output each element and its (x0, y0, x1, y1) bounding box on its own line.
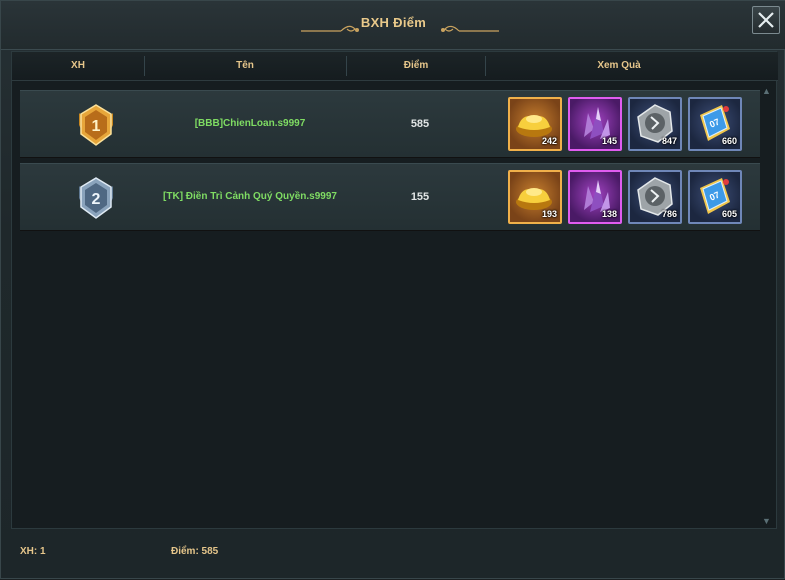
svg-text:1: 1 (92, 118, 101, 135)
leaderboard-table: XH Tên Điểm Xem Quà 1 [BBB]ChienLoan.s99… (11, 51, 778, 529)
my-score: Điểm: 585 (171, 546, 219, 557)
my-rank: XH: 1 (20, 546, 46, 557)
close-icon (758, 12, 774, 28)
reward-item[interactable]: 847 (628, 97, 682, 151)
reward-item[interactable]: 193 (508, 170, 562, 224)
title-ornament-right-icon (441, 25, 499, 32)
header-rank: XH (71, 60, 85, 71)
reward-item[interactable]: 07 605 (688, 170, 742, 224)
header-score: Điểm (403, 60, 429, 71)
player-score: 585 (410, 118, 430, 130)
reward-quantity: 605 (721, 209, 737, 219)
table-row[interactable]: 1 [BBB]ChienLoan.s9997 585 242 145 847 0… (20, 90, 760, 158)
reward-quantity: 242 (541, 136, 557, 146)
svg-text:2: 2 (92, 191, 101, 208)
footer: XH: 1 Điểm: 585 (1, 533, 785, 580)
reward-item[interactable]: 138 (568, 170, 622, 224)
title-bar: BXH Điểm (1, 1, 785, 50)
reward-quantity: 847 (661, 136, 677, 146)
reward-item[interactable]: 242 (508, 97, 562, 151)
gold-rank-1-badge-icon: 1 (79, 104, 113, 146)
reward-quantity: 145 (601, 136, 617, 146)
scroll-down-icon[interactable]: ▼ (762, 516, 771, 526)
reward-item[interactable]: 145 (568, 97, 622, 151)
scrollbar[interactable]: ▲ ▼ (762, 86, 771, 526)
reward-quantity: 138 (601, 209, 617, 219)
reward-quantity: 660 (721, 136, 737, 146)
header-rewards: Xem Quà (597, 60, 641, 71)
player-score: 155 (410, 191, 430, 203)
silver-rank-2-badge-icon: 2 (79, 177, 113, 219)
reward-quantity: 786 (661, 209, 677, 219)
reward-quantity: 193 (541, 209, 557, 219)
table-header: XH Tên Điểm Xem Quà (12, 52, 778, 81)
player-name: [BBB]ChienLoan.s9997 (194, 118, 306, 129)
leaderboard-window: BXH Điểm XH Tên Điểm Xem Quà 1 [BBB]Chie… (0, 0, 785, 579)
reward-item[interactable]: 786 (628, 170, 682, 224)
scroll-up-icon[interactable]: ▲ (762, 86, 771, 96)
header-name: Tên (236, 60, 254, 71)
player-name: [TK] Điền Trì Cảnh Quý Quyền.s9997 (163, 191, 337, 202)
close-button[interactable] (752, 6, 780, 34)
reward-item[interactable]: 07 660 (688, 97, 742, 151)
window-title: BXH Điểm (360, 15, 427, 30)
table-row[interactable]: 2 [TK] Điền Trì Cảnh Quý Quyền.s9997 155… (20, 163, 760, 231)
